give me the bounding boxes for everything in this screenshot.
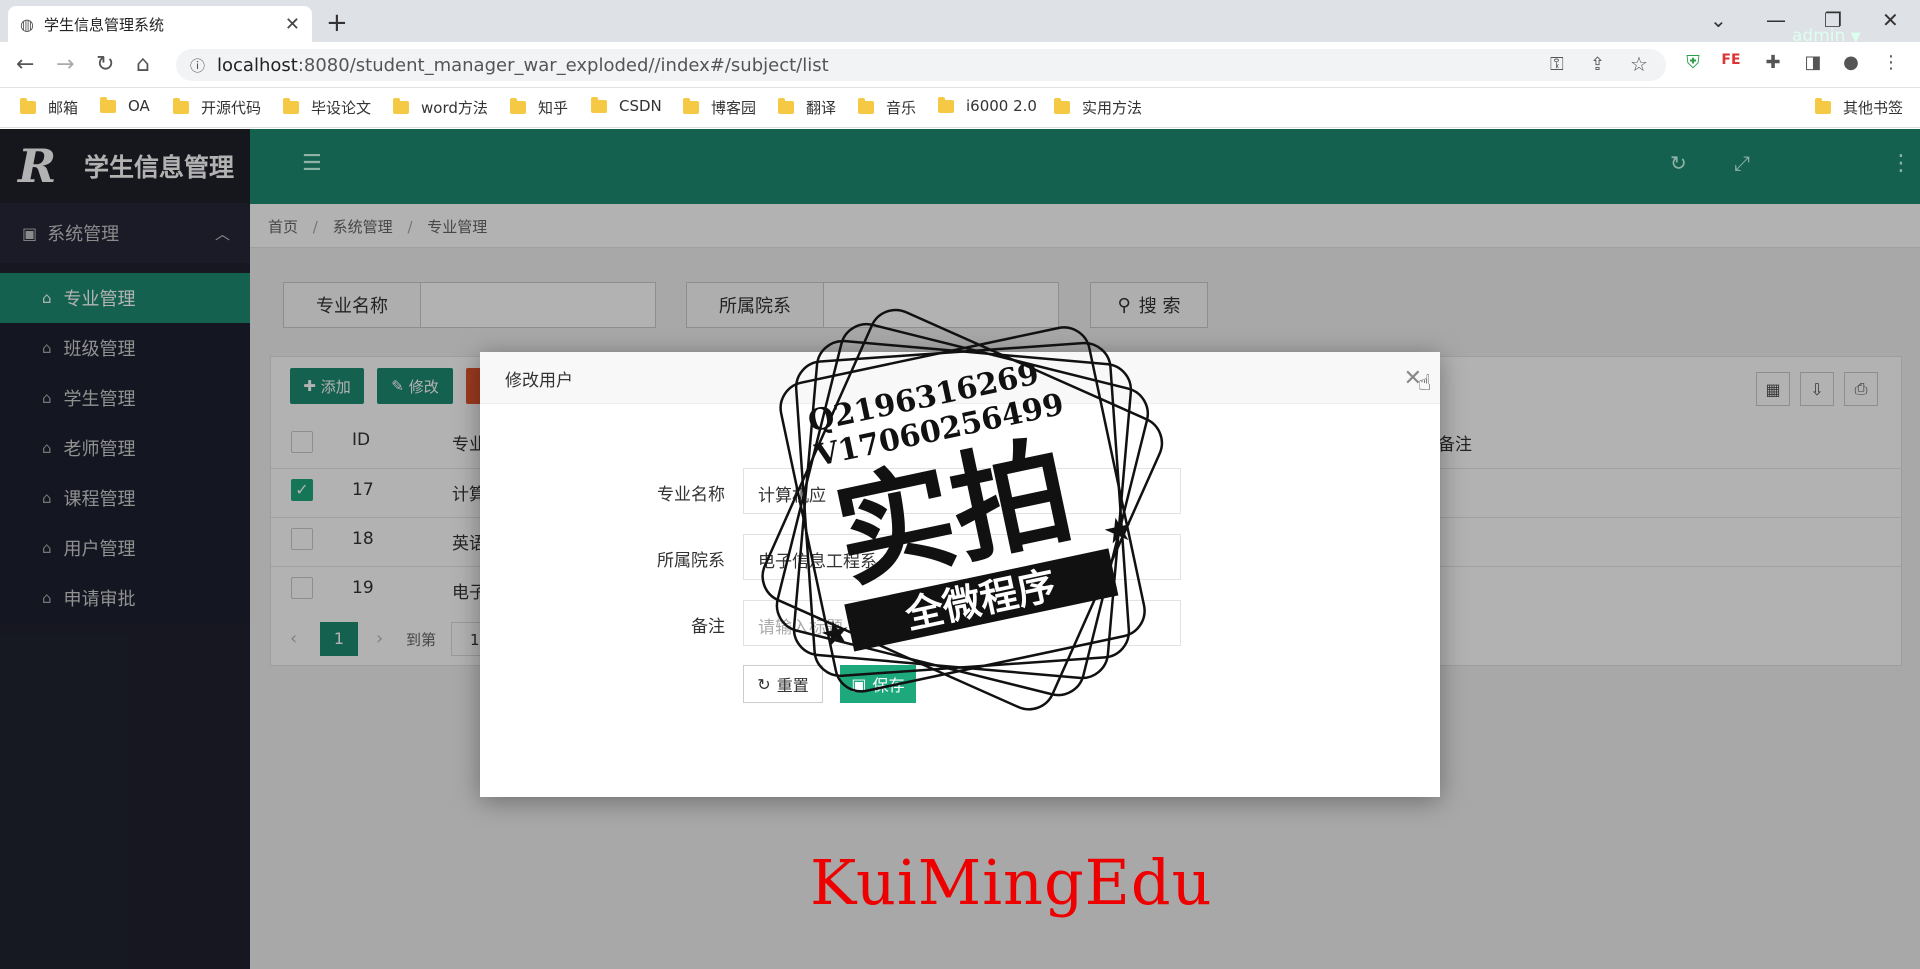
- browser-tab[interactable]: ◍ 学生信息管理系统 ✕: [8, 6, 312, 42]
- share-icon[interactable]: ⇪: [1590, 54, 1605, 75]
- url-host: localhost: [217, 54, 298, 76]
- bookmark-star-icon[interactable]: ☆: [1630, 52, 1648, 76]
- folder-icon: [1054, 98, 1070, 114]
- browser-menu-icon[interactable]: ⋮: [1878, 52, 1904, 78]
- folder-icon: [1815, 98, 1831, 114]
- bookmark-label: 其他书签: [1843, 99, 1904, 117]
- bookmark-label: word方法: [421, 99, 488, 117]
- stamp-overlay: Q2196316269 V17060256499 实拍 全微程序 ★ ★: [761, 308, 1164, 711]
- bookmark-label: OA: [128, 97, 150, 115]
- folder-icon: [778, 98, 794, 114]
- watermark-text: KuiMingEdu: [810, 846, 1213, 919]
- window-close-icon[interactable]: ✕: [1882, 8, 1899, 32]
- bookmark-item[interactable]: 音乐: [858, 97, 916, 118]
- bookmark-item[interactable]: 知乎: [510, 97, 568, 118]
- modal-title: 修改用户: [505, 371, 573, 391]
- field-label-major: 专业名称: [657, 485, 725, 505]
- bookmark-label: 音乐: [886, 99, 917, 117]
- extensions-puzzle-icon[interactable]: ✚: [1760, 52, 1786, 78]
- folder-icon: [283, 98, 299, 114]
- folder-icon: [938, 96, 954, 113]
- bookmark-item[interactable]: 翻译: [778, 97, 836, 118]
- tab-title: 学生信息管理系统: [43, 15, 164, 34]
- other-bookmarks[interactable]: 其他书签: [1815, 97, 1903, 118]
- bookmark-item[interactable]: i6000 2.0: [938, 96, 1037, 115]
- minimize-icon[interactable]: —: [1766, 8, 1786, 32]
- folder-icon: [20, 98, 36, 114]
- folder-icon: [173, 98, 189, 114]
- folder-icon: [683, 98, 699, 114]
- folder-icon: [510, 98, 526, 114]
- hand-cursor-icon: ☝: [1418, 371, 1432, 396]
- bookmark-label: CSDN: [619, 97, 662, 115]
- shield-extension-icon[interactable]: ⛨: [1680, 52, 1706, 78]
- url-path: :8080/student_manager_war_exploded//inde…: [297, 54, 829, 76]
- folder-icon: [393, 98, 409, 114]
- bookmark-label: 翻译: [806, 99, 837, 117]
- field-label-dept: 所属院系: [657, 551, 725, 571]
- bookmark-label: 邮箱: [48, 99, 79, 117]
- fe-extension-icon[interactable]: FE: [1718, 52, 1744, 78]
- url-field[interactable]: ⓘ localhost :8080/student_manager_war_ex…: [176, 49, 1666, 81]
- new-tab-icon[interactable]: +: [326, 8, 348, 38]
- caret-down-icon: ▼: [1850, 30, 1861, 45]
- close-tab-icon[interactable]: ✕: [285, 14, 300, 35]
- bookmark-item[interactable]: 博客园: [683, 97, 756, 118]
- folder-icon: [858, 98, 874, 114]
- forward-icon[interactable]: →: [56, 52, 74, 77]
- bookmark-label: 开源代码: [201, 99, 262, 117]
- bookmark-item[interactable]: 毕设论文: [283, 97, 371, 118]
- profile-avatar-icon[interactable]: ●: [1838, 52, 1864, 78]
- site-info-icon[interactable]: ⓘ: [190, 55, 205, 76]
- globe-icon: ◍: [20, 14, 34, 34]
- browser-tab-bar: ◍ 学生信息管理系统 ✕ + ⌄ — ❐ ✕: [0, 0, 1920, 42]
- bookmark-item[interactable]: CSDN: [591, 96, 662, 115]
- bookmark-item[interactable]: OA: [100, 96, 150, 115]
- bookmark-item[interactable]: word方法: [393, 97, 488, 118]
- reload-icon[interactable]: ↻: [96, 52, 114, 77]
- home-icon[interactable]: ⌂: [136, 52, 150, 77]
- bookmark-label: 实用方法: [1082, 99, 1143, 117]
- bookmark-label: 知乎: [538, 99, 569, 117]
- tab-search-icon[interactable]: ⌄: [1710, 8, 1727, 32]
- field-label-remark: 备注: [691, 617, 725, 637]
- folder-icon: [591, 96, 607, 113]
- bookmark-item[interactable]: 开源代码: [173, 97, 261, 118]
- bookmark-item[interactable]: 实用方法: [1054, 97, 1142, 118]
- bookmark-label: 毕设论文: [311, 99, 372, 117]
- bookmark-item[interactable]: 邮箱: [20, 97, 78, 118]
- side-panel-icon[interactable]: ◨: [1800, 52, 1826, 78]
- user-name: admin: [1792, 26, 1846, 46]
- address-bar-row: ← → ↻ ⌂ ⓘ localhost :8080/student_manage…: [0, 42, 1920, 88]
- folder-icon: [100, 96, 116, 113]
- bookmark-label: 博客园: [711, 99, 757, 117]
- user-menu[interactable]: admin ▼: [1792, 26, 1861, 46]
- back-icon[interactable]: ←: [16, 52, 34, 77]
- key-icon[interactable]: ⚿: [1550, 54, 1564, 75]
- bookmark-label: i6000 2.0: [966, 97, 1037, 115]
